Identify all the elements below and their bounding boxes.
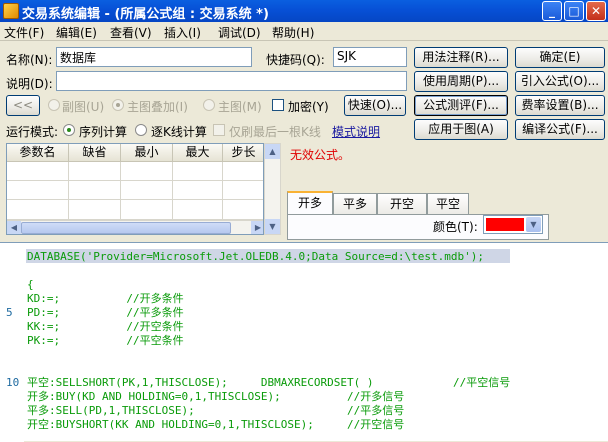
name-input[interactable]: 数据库	[56, 47, 252, 67]
param-header-default: 缺省	[69, 144, 121, 162]
horizontal-scrollbar[interactable]: ◀ ▶	[7, 220, 263, 234]
app-icon	[3, 3, 19, 19]
refresh-last-label: 仅刷最后一根K线	[229, 125, 321, 139]
code-line[interactable]: DATABASE('Provider=Microsoft.Jet.OLEDB.4…	[0, 250, 608, 264]
apply-to-chart-button[interactable]: 应用于图(A)	[414, 119, 508, 140]
code-text: DATABASE('Provider=Microsoft.Jet.OLEDB.4…	[27, 250, 484, 263]
param-header-min: 最小	[121, 144, 173, 162]
grid-row-line	[7, 199, 263, 200]
tab-close-short[interactable]: 平空	[427, 193, 469, 214]
code-text: PD:=; //平多条件	[27, 306, 184, 319]
usage-note-button[interactable]: 用法注释(R)...	[414, 47, 508, 68]
code-line[interactable]	[0, 264, 608, 278]
ok-button[interactable]: 确定(E)	[515, 47, 605, 68]
main-overlay-label: 主图叠加(I)	[127, 100, 188, 114]
scroll-left-arrow[interactable]: ◀	[7, 221, 21, 234]
status-message: 无效公式。	[290, 148, 351, 162]
tab-open-long[interactable]: 开多	[287, 191, 333, 215]
mode-help-link[interactable]: 模式说明	[332, 123, 380, 140]
scroll-right-arrow[interactable]: ▶	[251, 221, 263, 234]
code-line[interactable]: KD:=; //开多条件	[0, 292, 608, 306]
code-line[interactable]: 开空:BUYSHORT(KK AND HOLDING=0,1,THISCLOSE…	[0, 418, 608, 432]
code-text: PK:=; //平空条件	[27, 334, 184, 347]
grid-divider	[222, 162, 223, 220]
encrypt-checkbox[interactable]	[272, 99, 284, 111]
run-mode-label: 运行模式:	[6, 125, 59, 139]
main-chart-radio[interactable]	[203, 99, 215, 111]
code-line[interactable]	[0, 348, 608, 362]
code-line[interactable]: {	[0, 278, 608, 292]
scroll-up-arrow[interactable]: ▲	[265, 144, 280, 159]
menu-file[interactable]: 文件(F)	[4, 24, 44, 41]
compile-formula-button[interactable]: 编译公式(F)...	[515, 119, 605, 140]
subchart-label: 副图(U)	[62, 100, 105, 114]
color-picker[interactable]: ▼	[483, 215, 543, 234]
code-text: 平空:SELLSHORT(PK,1,THISCLOSE); DBMAXRECOR…	[27, 376, 511, 389]
line-number: 10	[6, 376, 20, 389]
code-text: 开多:BUY(KD AND HOLDING=0,1,THISCLOSE); //…	[27, 390, 405, 403]
color-swatch	[486, 218, 524, 231]
prev-button[interactable]: <<	[6, 95, 40, 116]
title-bar: 交易系统编辑 - (所属公式组 : 交易系统 *) _ □ ✕	[0, 0, 608, 22]
main-chart-label: 主图(M)	[218, 100, 262, 114]
description-input[interactable]	[56, 71, 407, 91]
menu-debug[interactable]: 调试(D)	[218, 24, 261, 41]
subchart-radio[interactable]	[48, 99, 60, 111]
code-text: {	[27, 278, 34, 291]
encrypt-label: 加密(Y)	[288, 100, 329, 114]
shortcut-input[interactable]: SJK	[333, 47, 407, 67]
quick-button[interactable]: 快速(O)...	[344, 95, 406, 116]
sequential-radio[interactable]	[63, 124, 75, 136]
usage-period-button[interactable]: 使用周期(P)...	[414, 71, 508, 92]
menu-help[interactable]: 帮助(H)	[272, 24, 314, 41]
formula-evaluate-button[interactable]: 公式测评(F)...	[414, 95, 508, 116]
grid-divider	[172, 162, 173, 220]
main-overlay-radio[interactable]	[112, 99, 124, 111]
parameter-table[interactable]: 参数名 缺省 最小 最大 步长 ◀ ▶	[6, 143, 264, 235]
tab-open-short[interactable]: 开空	[377, 193, 427, 214]
param-header-max: 最大	[173, 144, 223, 162]
bar-by-bar-label: 逐K线计算	[151, 125, 207, 139]
scroll-thumb[interactable]	[21, 222, 231, 234]
grid-row-line	[7, 180, 263, 181]
code-line[interactable]: 开多:BUY(KD AND HOLDING=0,1,THISCLOSE); //…	[0, 390, 608, 404]
maximize-button[interactable]: □	[564, 1, 584, 21]
tab-close-long[interactable]: 平多	[333, 193, 377, 214]
refresh-last-checkbox[interactable]	[213, 124, 225, 136]
sequential-label: 序列计算	[79, 125, 128, 139]
code-text: KD:=; //开多条件	[27, 292, 184, 305]
shortcut-label: 快捷码(Q):	[266, 53, 325, 67]
param-vertical-scrollbar[interactable]: ▲ ▼	[264, 143, 281, 235]
name-label: 名称(N):	[6, 53, 53, 67]
code-editor[interactable]: DATABASE('Provider=Microsoft.Jet.OLEDB.4…	[0, 242, 608, 442]
code-text: KK:=; //开空条件	[27, 320, 184, 333]
description-label: 说明(D):	[6, 77, 53, 91]
menu-edit[interactable]: 编辑(E)	[56, 24, 97, 41]
window-title: 交易系统编辑 - (所属公式组 : 交易系统 *)	[22, 7, 269, 22]
code-line[interactable]: 平多:SELL(PD,1,THISCLOSE); //平多信号	[0, 404, 608, 418]
code-line[interactable]	[0, 362, 608, 376]
bar-by-bar-radio[interactable]	[135, 124, 147, 136]
menu-insert[interactable]: 插入(I)	[164, 24, 201, 41]
code-text: 平多:SELL(PD,1,THISCLOSE); //平多信号	[27, 404, 405, 417]
fee-settings-button[interactable]: 费率设置(B)...	[515, 95, 605, 116]
param-header-name: 参数名	[7, 144, 69, 162]
code-line[interactable]: 5 PD:=; //平多条件	[0, 306, 608, 320]
grid-divider	[68, 162, 69, 220]
import-formula-button[interactable]: 引入公式(O)...	[515, 71, 605, 92]
code-line[interactable]: 10 平空:SELLSHORT(PK,1,THISCLOSE); DBMAXREC…	[0, 376, 608, 390]
code-text: 开空:BUYSHORT(KK AND HOLDING=0,1,THISCLOSE…	[27, 418, 405, 431]
chevron-down-icon[interactable]: ▼	[526, 217, 541, 232]
code-line[interactable]: KK:=; //开空条件	[0, 320, 608, 334]
minimize-button[interactable]: _	[542, 1, 562, 21]
line-number: 5	[6, 306, 13, 319]
code-line[interactable]: PK:=; //平空条件	[0, 334, 608, 348]
scroll-down-arrow[interactable]: ▼	[265, 219, 280, 234]
color-label: 颜色(T):	[433, 220, 478, 234]
grid-divider	[120, 162, 121, 220]
param-header-step: 步长	[223, 144, 263, 162]
menu-bar: 文件(F) 编辑(E) 查看(V) 插入(I) 调试(D) 帮助(H)	[0, 22, 608, 41]
menu-view[interactable]: 查看(V)	[110, 24, 152, 41]
close-button[interactable]: ✕	[586, 1, 606, 21]
